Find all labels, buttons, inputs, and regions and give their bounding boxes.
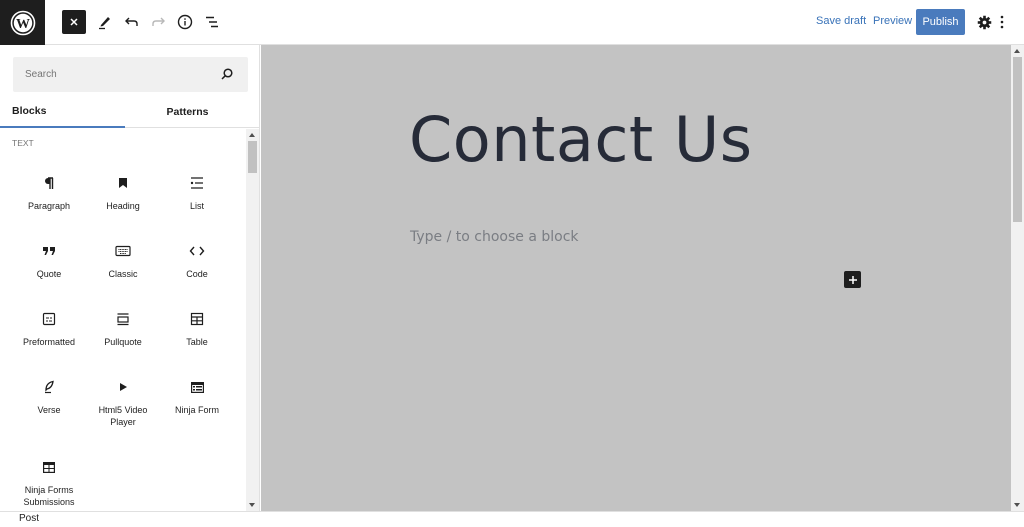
block-classic[interactable]: Classic [86,241,160,280]
scroll-up-icon[interactable] [249,133,255,137]
quote-icon [43,247,55,255]
block-verse[interactable]: Verse [12,377,86,416]
editor-footer: Post [0,511,1024,527]
info-icon [177,14,193,30]
table-icon [43,461,55,473]
play-icon [120,383,127,391]
scrollbar-thumb[interactable] [1013,57,1022,222]
list-view-icon [206,16,218,28]
block-list-item[interactable]: List [160,173,234,212]
more-vertical-icon [1000,15,1004,29]
block-ninja-forms-submissions[interactable]: Ninja Forms Submissions [12,457,86,508]
tools-button[interactable] [93,10,117,34]
category-label: TEXT [12,138,34,148]
search-icon [221,68,233,80]
add-block-button[interactable] [844,271,861,288]
code-icon [189,246,205,256]
canvas-scrollbar[interactable] [1011,45,1024,511]
block-paragraph[interactable]: Paragraph [12,173,86,212]
block-html5-video-player[interactable]: Html5 Video Player [86,377,160,428]
search-box [13,57,248,92]
breadcrumb-post[interactable]: Post [19,513,39,524]
ninja-form-icon [190,381,204,393]
block-code[interactable]: Code [160,241,234,280]
wordpress-logo-button[interactable]: W [0,0,45,45]
svg-text:W: W [16,17,30,32]
block-heading[interactable]: Heading [86,173,160,212]
redo-button[interactable] [146,10,170,34]
plus-icon [848,275,857,284]
scrollbar-thumb[interactable] [248,141,257,173]
paragraph-icon [45,177,54,189]
tab-blocks[interactable]: Blocks [0,95,125,128]
undo-button[interactable] [120,10,144,34]
scroll-down-icon[interactable] [1014,503,1020,507]
gear-icon [977,15,991,29]
block-preformatted[interactable]: Preformatted [12,309,86,348]
table-icon [190,312,204,326]
block-placeholder[interactable]: Type / to choose a block [410,229,579,245]
redo-icon [152,17,165,26]
save-draft-button[interactable]: Save draft [816,15,866,27]
inserter-scrollbar[interactable] [246,129,259,511]
close-inserter-button[interactable] [62,10,86,34]
verse-icon [45,380,54,394]
details-button[interactable] [173,10,197,34]
undo-icon [125,17,138,26]
block-list: TEXT Paragraph Heading List Quote Classi… [0,129,246,511]
heading-icon [119,178,127,188]
publish-button[interactable]: Publish [916,9,965,35]
block-quote[interactable]: Quote [12,241,86,280]
preformatted-icon [42,312,56,326]
post-title[interactable]: Contact Us [409,103,753,176]
list-view-button[interactable] [200,10,224,34]
editor-canvas: Contact Us Type / to choose a block [261,45,1011,511]
editor-header: W Save draft Preview Publish [0,0,1024,45]
wordpress-logo-icon: W [10,10,35,35]
options-button[interactable] [992,10,1012,34]
close-icon [70,18,78,26]
tab-patterns[interactable]: Patterns [125,95,250,128]
block-ninja-form[interactable]: Ninja Form [160,377,234,416]
keyboard-icon [115,245,131,257]
block-inserter-panel: Blocks Patterns TEXT Paragraph Heading L… [0,45,260,511]
pencil-icon [99,17,110,30]
preview-button[interactable]: Preview [873,15,912,27]
inserter-tabs: Blocks Patterns [0,95,259,128]
scroll-down-icon[interactable] [249,503,255,507]
block-search-input[interactable] [13,57,203,92]
scroll-up-icon[interactable] [1014,49,1020,53]
list-icon [190,177,203,189]
block-table[interactable]: Table [160,309,234,348]
block-pullquote[interactable]: Pullquote [86,309,160,348]
pullquote-icon [117,313,129,326]
